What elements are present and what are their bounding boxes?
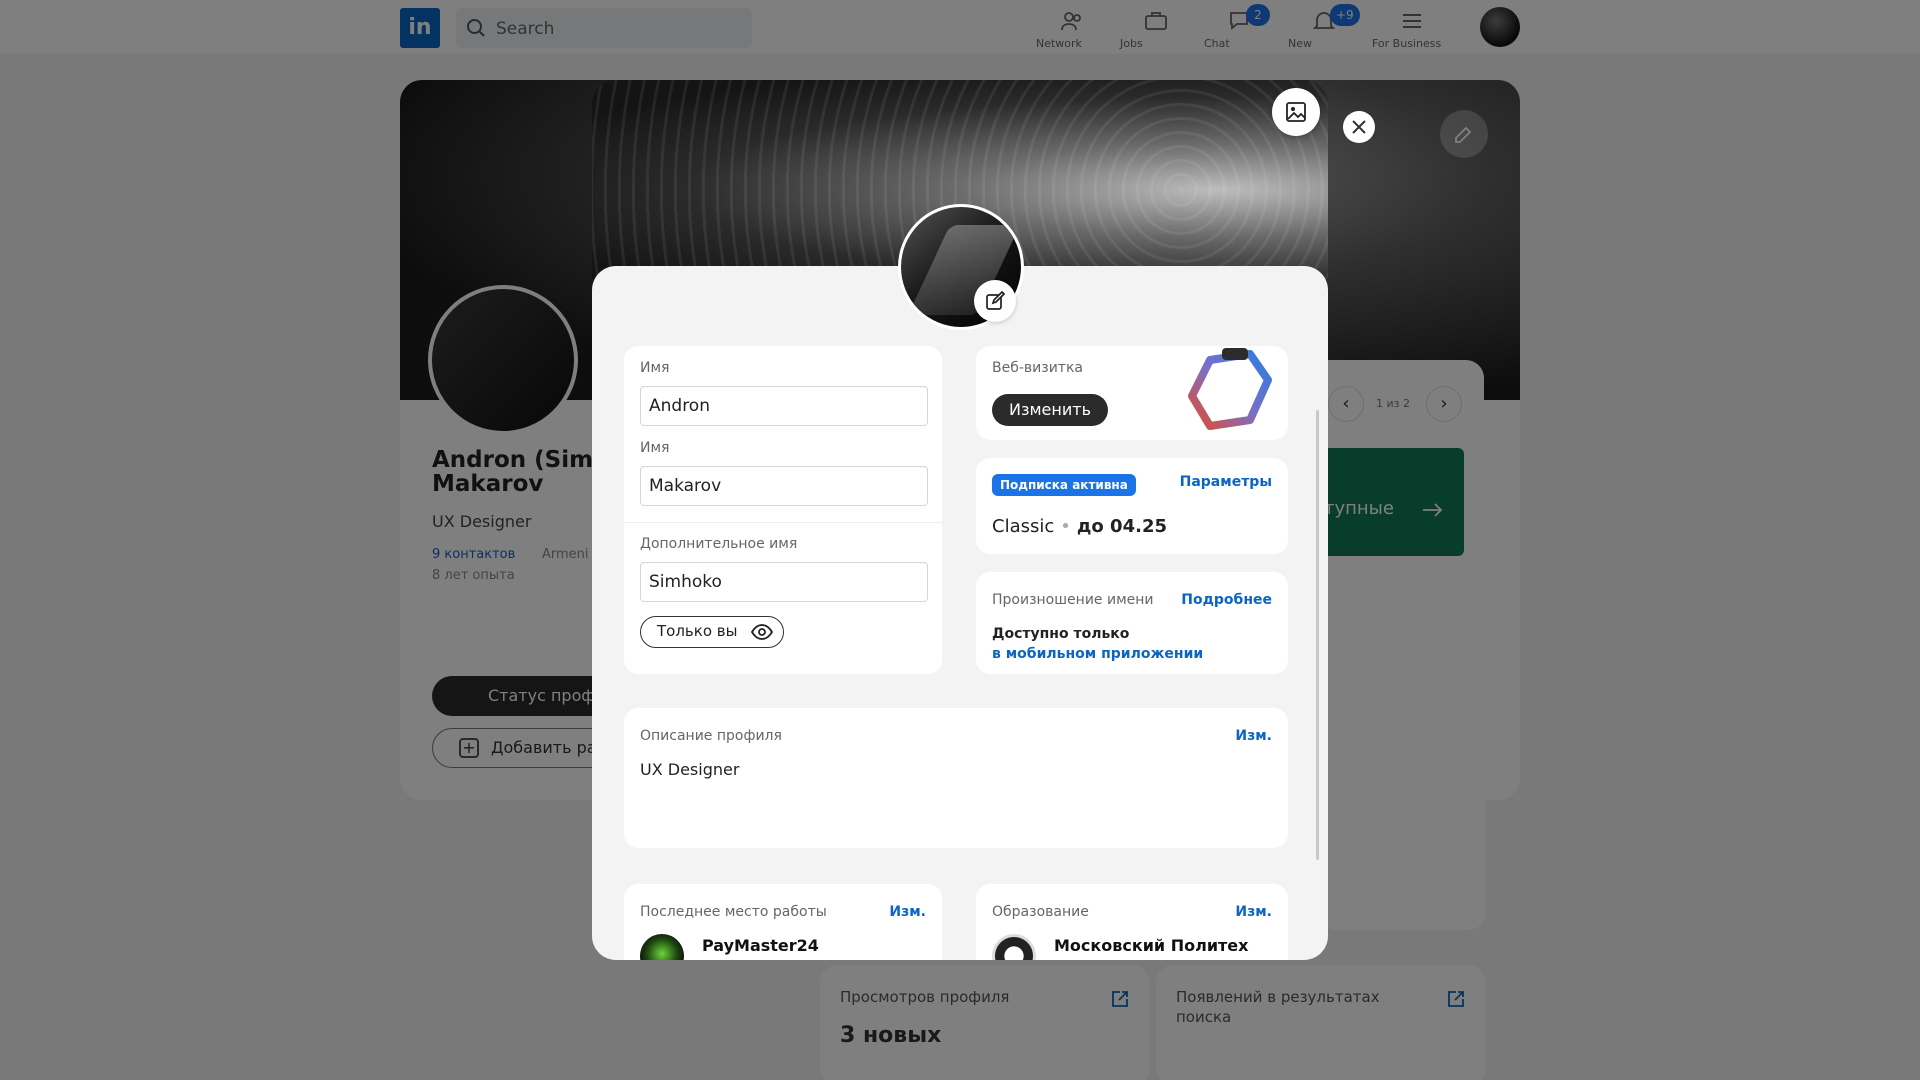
pronunciation-mobile-link[interactable]: в мобильном приложении: [992, 646, 1203, 662]
modal-scrollbar[interactable]: [1316, 410, 1319, 860]
avatar-edit-button[interactable]: [974, 280, 1016, 322]
webcard-edit-button[interactable]: Изменить: [992, 394, 1108, 426]
webcard-label: Веб-визитка: [992, 360, 1083, 376]
close-icon: [1352, 120, 1366, 134]
pronunciation-label: Произношение имени: [992, 592, 1154, 608]
description-label: Описание профиля: [640, 728, 782, 744]
modal-close-button[interactable]: [1343, 111, 1375, 143]
last-name-label: Имя: [640, 440, 670, 456]
edit-profile-modal: Имя Andron Имя Makarov Дополнительное им…: [592, 266, 1328, 960]
university-logo: [992, 934, 1036, 960]
work-value: PayMaster24: [702, 936, 819, 955]
description-edit-link[interactable]: Изм.: [1235, 728, 1272, 744]
first-name-label: Имя: [640, 360, 670, 376]
education-edit-link[interactable]: Изм.: [1235, 904, 1272, 920]
education-label: Образование: [992, 904, 1089, 920]
work-edit-link[interactable]: Изм.: [889, 904, 926, 920]
subscription-card: Подписка активна Параметры Classic • до 04…: [976, 458, 1288, 554]
image-icon: [1286, 102, 1306, 122]
paymaster-logo: [640, 934, 684, 960]
subscription-plan: Classic • до 04.25: [992, 516, 1167, 537]
education-value: Московский Политех: [1054, 936, 1249, 955]
last-name-input[interactable]: Makarov: [640, 466, 928, 506]
extra-name-input[interactable]: Simhoko: [640, 562, 928, 602]
eye-icon: [751, 624, 773, 640]
webcard-card: Веб-визитка Изменить: [976, 346, 1288, 440]
webcard-3d-ring-icon: [1188, 348, 1272, 430]
pronunciation-more-link[interactable]: Подробнее: [1181, 592, 1272, 608]
visibility-label: Только вы: [657, 622, 738, 640]
edit-icon: [986, 291, 1005, 310]
plan-name: Classic: [992, 516, 1055, 537]
visibility-toggle-button[interactable]: Только вы: [640, 616, 784, 648]
education-card: Образование Изм. Московский Политех: [976, 884, 1288, 960]
name-pronunciation-card: Произношение имени Подробнее Доступно то…: [976, 572, 1288, 674]
pronunciation-note-line1: Доступно только: [992, 626, 1130, 642]
change-cover-button[interactable]: [1272, 88, 1320, 136]
extra-name-label-text: Дополнительное имя: [640, 536, 798, 552]
last-work-card: Последнее место работы Изм. PayMaster24: [624, 884, 942, 960]
profile-description-card: Описание профиля Изм. UX Designer: [624, 708, 1288, 848]
plan-until: до 04.25: [1076, 516, 1167, 537]
first-name-input[interactable]: Andron: [640, 386, 928, 426]
divider: [624, 522, 942, 523]
name-fields-card: Имя Andron Имя Makarov Дополнительное им…: [624, 346, 942, 674]
subscription-status-badge: Подписка активна: [992, 474, 1136, 496]
subscription-params-link[interactable]: Параметры: [1180, 474, 1272, 490]
work-label: Последнее место работы: [640, 904, 827, 920]
description-value: UX Designer: [640, 760, 740, 779]
